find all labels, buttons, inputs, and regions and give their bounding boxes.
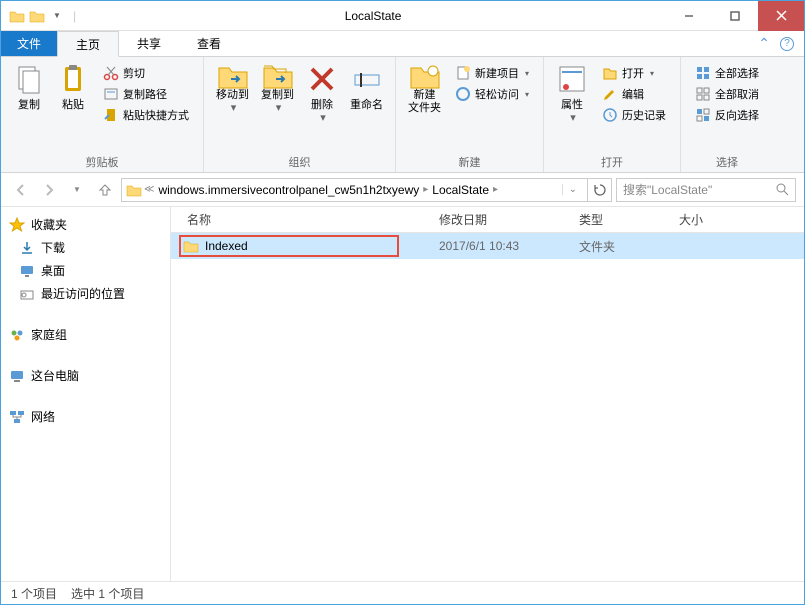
select-all-button[interactable]: 全部选择 xyxy=(691,63,763,83)
new-item-button[interactable]: 新建项目▾ xyxy=(451,63,533,83)
ribbon-group-organize: 移动到▾ 复制到▾ 删除▾ 重命名 组织 xyxy=(204,57,396,172)
copy-to-button[interactable]: 复制到▾ xyxy=(255,61,300,117)
up-button[interactable] xyxy=(93,178,117,202)
move-to-button[interactable]: 移动到▾ xyxy=(210,61,255,117)
sidebar: 收藏夹 下载 桌面 最近访问的位置 家庭组 这台电 xyxy=(1,207,171,581)
file-tab[interactable]: 文件 xyxy=(1,31,57,56)
file-name: Indexed xyxy=(205,239,248,253)
paste-button[interactable]: 粘贴 xyxy=(51,61,95,114)
crumb-1[interactable]: LocalState xyxy=(430,183,491,197)
close-button[interactable] xyxy=(758,1,804,31)
ribbon-group-clipboard: 复制 粘贴 剪切 复制路径 粘贴快捷方式 剪 xyxy=(1,57,204,172)
rename-button[interactable]: 重命名 xyxy=(344,61,389,114)
qat-dropdown-icon[interactable]: ▼ xyxy=(49,8,65,24)
back-button[interactable] xyxy=(9,178,33,202)
file-row[interactable]: Indexed 2017/6/1 10:43 文件夹 xyxy=(171,233,804,259)
ribbon-group-open: 属性▾ 打开▾ 编辑 历史记录 打开 xyxy=(544,57,681,172)
copy-button[interactable]: 复制 xyxy=(7,61,51,114)
file-date: 2017/6/1 10:43 xyxy=(431,239,571,253)
file-type: 文件夹 xyxy=(571,238,671,255)
sidebar-desktop[interactable]: 桌面 xyxy=(1,259,170,282)
ribbon-tabs: 文件 主页 共享 查看 ⌃ ? xyxy=(1,31,804,57)
open-button[interactable]: 打开▾ xyxy=(598,63,670,83)
breadcrumb[interactable]: ≪ windows.immersivecontrolpanel_cw5n1h2t… xyxy=(121,178,588,202)
help-icon[interactable]: ? xyxy=(780,37,794,51)
sidebar-downloads[interactable]: 下载 xyxy=(1,236,170,259)
new-folder-button[interactable]: 新建 文件夹 xyxy=(402,61,447,117)
ribbon: 复制 粘贴 剪切 复制路径 粘贴快捷方式 剪 xyxy=(1,57,804,173)
sidebar-recent[interactable]: 最近访问的位置 xyxy=(1,282,170,305)
status-total: 1 个项目 xyxy=(11,585,57,602)
col-type[interactable]: 类型 xyxy=(571,211,671,228)
paste-shortcut-button[interactable]: 粘贴快捷方式 xyxy=(99,105,193,125)
copy-path-button[interactable]: 复制路径 xyxy=(99,84,193,104)
edit-button[interactable]: 编辑 xyxy=(598,84,670,104)
status-bar: 1 个项目 选中 1 个项目 xyxy=(1,581,804,605)
window-title: LocalState xyxy=(80,9,666,23)
folder-icon xyxy=(183,239,199,253)
content-pane: 名称 修改日期 类型 大小 Indexed 2017/6/1 10:43 文件夹 xyxy=(171,207,804,581)
search-input[interactable]: 搜索"LocalState" xyxy=(616,178,796,202)
sidebar-favorites[interactable]: 收藏夹 xyxy=(1,213,170,236)
tab-share[interactable]: 共享 xyxy=(119,31,179,56)
col-date[interactable]: 修改日期 xyxy=(431,211,571,228)
sidebar-thispc[interactable]: 这台电脑 xyxy=(1,364,170,387)
history-button[interactable]: 历史记录 xyxy=(598,105,670,125)
search-icon xyxy=(776,183,789,196)
file-list[interactable]: Indexed 2017/6/1 10:43 文件夹 xyxy=(171,233,804,581)
recent-dropdown[interactable]: ▼ xyxy=(65,178,89,202)
col-name[interactable]: 名称 xyxy=(171,211,431,228)
crumb-0[interactable]: windows.immersivecontrolpanel_cw5n1h2txy… xyxy=(156,183,421,197)
col-size[interactable]: 大小 xyxy=(671,211,751,228)
refresh-button[interactable] xyxy=(588,178,612,202)
ribbon-group-new: 新建 文件夹 新建项目▾ 轻松访问▾ 新建 xyxy=(396,57,544,172)
sidebar-network[interactable]: 网络 xyxy=(1,405,170,428)
column-headers[interactable]: 名称 修改日期 类型 大小 xyxy=(171,207,804,233)
tab-view[interactable]: 查看 xyxy=(179,31,239,56)
delete-button[interactable]: 删除▾ xyxy=(300,61,344,127)
properties-button[interactable]: 属性▾ xyxy=(550,61,594,127)
maximize-button[interactable] xyxy=(712,1,758,31)
highlighted-item: Indexed xyxy=(179,235,399,257)
ribbon-collapse-icon[interactable]: ⌃ xyxy=(758,35,770,52)
folder-app-icon xyxy=(9,8,25,24)
status-selected: 选中 1 个项目 xyxy=(71,585,144,602)
address-bar: ▼ ≪ windows.immersivecontrolpanel_cw5n1h… xyxy=(1,173,804,207)
cut-button[interactable]: 剪切 xyxy=(99,63,193,83)
titlebar: ▼ | LocalState xyxy=(1,1,804,31)
select-none-button[interactable]: 全部取消 xyxy=(691,84,763,104)
invert-selection-button[interactable]: 反向选择 xyxy=(691,105,763,125)
ribbon-group-select: 全部选择 全部取消 反向选择 选择 xyxy=(681,57,773,172)
forward-button[interactable] xyxy=(37,178,61,202)
main-area: 收藏夹 下载 桌面 最近访问的位置 家庭组 这台电 xyxy=(1,207,804,581)
qat-new-folder-icon[interactable] xyxy=(29,8,45,24)
easy-access-button[interactable]: 轻松访问▾ xyxy=(451,84,533,104)
minimize-button[interactable] xyxy=(666,1,712,31)
tab-home[interactable]: 主页 xyxy=(57,31,119,57)
sidebar-homegroup[interactable]: 家庭组 xyxy=(1,323,170,346)
